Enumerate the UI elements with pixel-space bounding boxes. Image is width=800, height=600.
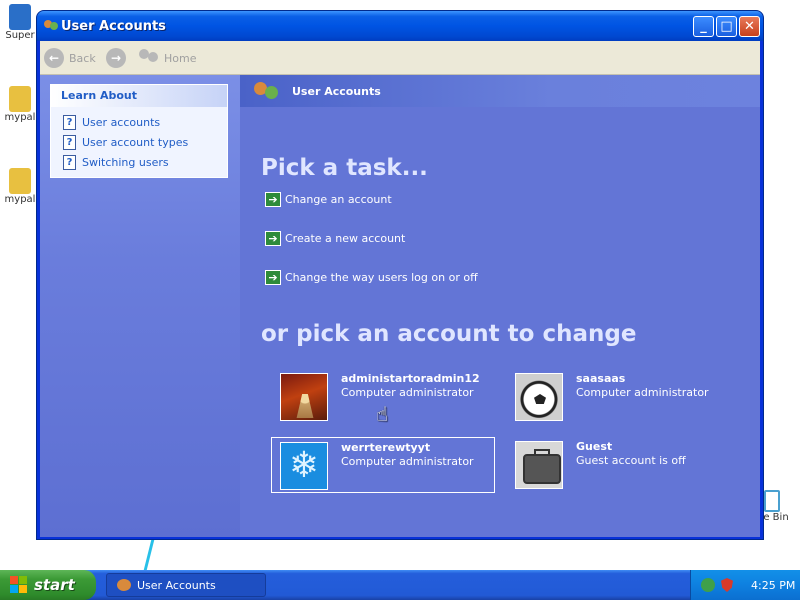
window-title: User Accounts bbox=[61, 19, 166, 34]
suitcase-picture bbox=[515, 441, 563, 489]
forward-arrow-icon: → bbox=[106, 48, 126, 68]
title-bar[interactable]: User Accounts _ □ ✕ bbox=[37, 11, 763, 41]
desktop-icon-label: Super bbox=[5, 30, 35, 41]
taskbar: start User Accounts 4:25 PM bbox=[0, 570, 800, 600]
account-tile-guest[interactable]: Guest Guest account is off bbox=[507, 437, 731, 493]
snowflake-picture: ❄ bbox=[280, 442, 328, 490]
task-label: Change the way users log on or off bbox=[285, 270, 478, 284]
task-change-account[interactable]: ➔ Change an account bbox=[265, 191, 392, 207]
learn-link-label: User accounts bbox=[82, 115, 161, 129]
clock[interactable]: 4:25 PM bbox=[751, 579, 795, 592]
window-content: Learn About ? User accounts ? User accou… bbox=[40, 75, 760, 537]
maximize-icon: □ bbox=[720, 19, 733, 34]
taskbar-item-label: User Accounts bbox=[137, 578, 216, 592]
main-pane: User Accounts Pick a task... ➔ Change an… bbox=[240, 75, 760, 537]
task-change-logon[interactable]: ➔ Change the way users log on or off bbox=[265, 269, 478, 285]
decorative-line bbox=[143, 536, 156, 570]
user-accounts-window: User Accounts _ □ ✕ ← Back → Home Learn … bbox=[36, 10, 764, 540]
learn-about-heading: Learn About bbox=[51, 85, 227, 107]
account-type: Computer administrator bbox=[576, 386, 709, 399]
home-label: Home bbox=[164, 51, 197, 65]
navigation-toolbar: ← Back → Home bbox=[40, 41, 760, 75]
learn-link-switching-users[interactable]: ? Switching users bbox=[63, 154, 169, 170]
maximize-button[interactable]: □ bbox=[716, 16, 737, 37]
taskbar-item-user-accounts[interactable]: User Accounts bbox=[106, 573, 266, 597]
account-name: Guest bbox=[576, 440, 613, 453]
desktop-icon-label: mypal bbox=[4, 194, 36, 205]
main-header-title: User Accounts bbox=[292, 84, 381, 98]
folder-icon bbox=[9, 86, 31, 112]
account-name: werrterewtyyt bbox=[341, 441, 431, 454]
account-name: administartoradmin12 bbox=[341, 372, 480, 385]
account-tile-werrterewtyyt[interactable]: ❄ werrterewtyyt Computer administrator bbox=[271, 437, 495, 493]
home-users-icon bbox=[138, 49, 160, 67]
desktop-icon-label: mypal bbox=[4, 112, 36, 123]
start-button[interactable]: start bbox=[0, 570, 96, 600]
minimize-icon: _ bbox=[700, 19, 707, 34]
desktop-folder-mypal-2[interactable]: mypal bbox=[0, 168, 40, 205]
recycle-bin-icon bbox=[764, 490, 780, 512]
start-label: start bbox=[34, 576, 75, 594]
learn-link-label: Switching users bbox=[82, 155, 169, 169]
account-name: saasaas bbox=[576, 372, 626, 385]
network-icon[interactable] bbox=[701, 578, 715, 592]
hand-cursor-icon: ☝ bbox=[376, 402, 389, 426]
account-tile-saasaas[interactable]: saasaas Computer administrator bbox=[507, 369, 731, 425]
user-accounts-icon bbox=[43, 18, 59, 34]
close-icon: ✕ bbox=[744, 19, 755, 34]
shortcut-icon bbox=[9, 4, 31, 30]
chess-pieces-picture bbox=[280, 373, 328, 421]
learn-about-panel: Learn About ? User accounts ? User accou… bbox=[50, 84, 228, 178]
task-label: Create a new account bbox=[285, 231, 406, 245]
account-type: Computer administrator bbox=[341, 386, 474, 399]
minimize-button[interactable]: _ bbox=[693, 16, 714, 37]
help-icon: ? bbox=[63, 154, 76, 170]
green-arrow-icon: ➔ bbox=[265, 191, 281, 207]
pick-task-heading: Pick a task... bbox=[261, 155, 428, 181]
pick-account-heading: or pick an account to change bbox=[261, 321, 637, 347]
user-accounts-icon bbox=[117, 579, 131, 591]
task-label: Change an account bbox=[285, 192, 392, 206]
user-accounts-icon bbox=[252, 80, 282, 102]
windows-logo-icon bbox=[10, 576, 28, 594]
task-create-account[interactable]: ➔ Create a new account bbox=[265, 230, 405, 246]
green-arrow-icon: ➔ bbox=[265, 230, 281, 246]
help-icon: ? bbox=[63, 134, 76, 150]
help-icon: ? bbox=[63, 114, 76, 130]
desktop-folder-mypal-1[interactable]: mypal bbox=[0, 86, 40, 123]
forward-button[interactable]: → bbox=[106, 46, 126, 70]
account-type: Computer administrator bbox=[341, 455, 474, 468]
learn-link-user-accounts[interactable]: ? User accounts bbox=[63, 114, 160, 130]
home-button[interactable]: Home bbox=[138, 46, 196, 70]
soccer-ball-picture bbox=[515, 373, 563, 421]
folder-icon bbox=[9, 168, 31, 194]
account-type: Guest account is off bbox=[576, 454, 686, 467]
back-arrow-icon: ← bbox=[44, 48, 64, 68]
left-task-pane: Learn About ? User accounts ? User accou… bbox=[40, 75, 240, 537]
learn-link-label: User account types bbox=[82, 135, 189, 149]
main-header: User Accounts bbox=[240, 75, 760, 107]
system-tray: 4:25 PM bbox=[690, 570, 800, 600]
green-arrow-icon: ➔ bbox=[265, 269, 281, 285]
close-button[interactable]: ✕ bbox=[739, 16, 760, 37]
desktop-shortcut-super[interactable]: Super bbox=[0, 4, 40, 41]
security-shield-icon[interactable] bbox=[721, 578, 733, 592]
back-label: Back bbox=[69, 51, 96, 65]
learn-link-account-types[interactable]: ? User account types bbox=[63, 134, 188, 150]
back-button[interactable]: ← Back bbox=[44, 46, 96, 70]
